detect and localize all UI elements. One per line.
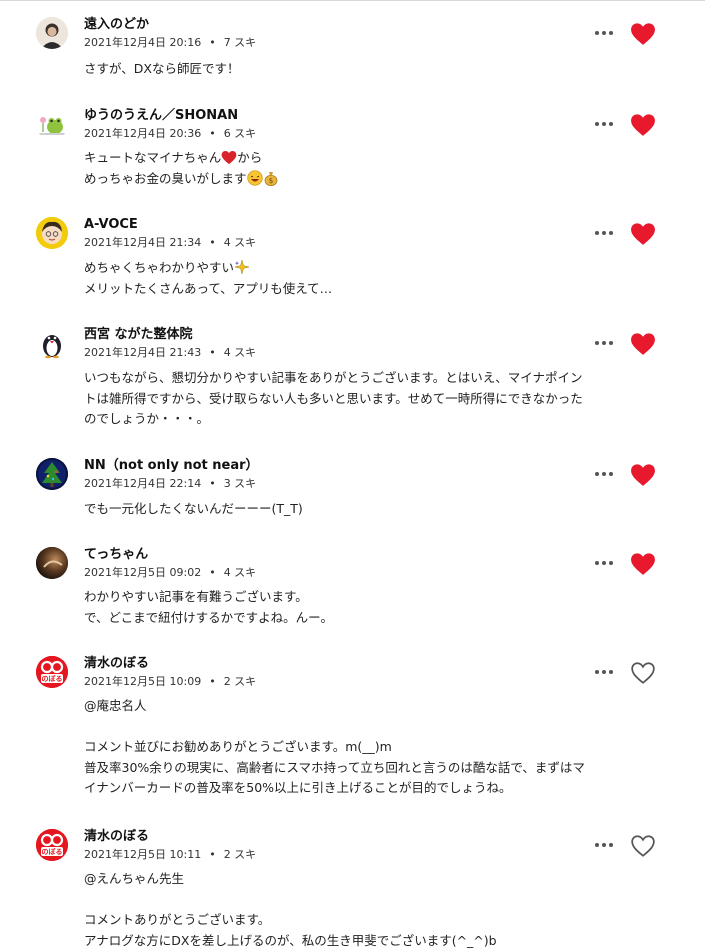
comment-text: @庵忠名人 [84, 696, 654, 717]
comment-text [84, 717, 654, 738]
like-count[interactable]: 2 スキ [224, 675, 257, 688]
comment-meta: 2021年12月4日 21:34•4 スキ [84, 236, 256, 250]
comment-text-part: キュートなマイナちゃん [84, 150, 221, 165]
comment-author[interactable]: ゆうのうえん／SHONAN [84, 108, 238, 124]
comment-body: キュートなマイナちゃん から めっちゃお金の臭いがします $ [84, 148, 654, 189]
comment-meta: 2021年12月4日 20:36•6 スキ [84, 127, 256, 141]
comment-text: メリットたくさんあって、アプリも使えて… [84, 279, 654, 300]
comment-meta: 2021年12月5日 10:11•2 スキ [84, 848, 256, 862]
comment-body: わかりやすい記事を有難うございます。 で、どこまで紐付けするかですよね。んー。 [84, 587, 654, 628]
comment-text-part: めっちゃお金の臭いがします [84, 171, 247, 186]
comment-meta: 2021年12月5日 09:02•4 スキ [84, 566, 256, 580]
cartoon-face-avatar[interactable] [36, 217, 68, 249]
comment-date[interactable]: 2021年12月4日 22:14 [84, 477, 201, 490]
comment-date[interactable]: 2021年12月5日 10:11 [84, 848, 201, 861]
like-count[interactable]: 7 スキ [224, 36, 257, 49]
comment-author[interactable]: A-VOCE [84, 217, 138, 233]
heart-outline-icon[interactable] [630, 834, 656, 858]
comment-text: 普及率30%余りの現実に、高齢者にスマホ持って立ち回れと言うのは酷な話で、まずは… [84, 758, 654, 779]
comment-date[interactable]: 2021年12月4日 21:43 [84, 346, 201, 359]
comment-meta: 2021年12月5日 10:09•2 スキ [84, 675, 256, 689]
more-options-button[interactable] [590, 663, 618, 681]
comment-meta: 2021年12月4日 21:43•4 スキ [84, 346, 256, 360]
top-divider [0, 0, 705, 1]
tree-avatar[interactable] [36, 458, 68, 490]
heart-icon[interactable] [630, 463, 656, 487]
comment-date[interactable]: 2021年12月5日 10:09 [84, 675, 201, 688]
comment-meta: 2021年12月4日 22:14•3 スキ [84, 477, 256, 491]
laughing-face-emoji-icon [247, 170, 263, 186]
more-options-button[interactable] [590, 334, 618, 352]
heart-icon[interactable] [630, 332, 656, 356]
comment-text-part: めちゃくちゃわかりやすい [84, 260, 234, 275]
comment-text: でも一元化したくないんだーーー(T_T) [84, 499, 654, 520]
comment-text: わかりやすい記事を有難うございます。 [84, 587, 654, 608]
heart-outline-icon[interactable] [630, 661, 656, 685]
noboru-logo-avatar[interactable]: のぼる [36, 829, 68, 861]
more-options-button[interactable] [590, 554, 618, 572]
comment-text: コメント並びにお勧めありがとうございます。m(__)m [84, 737, 654, 758]
heart-icon[interactable] [630, 113, 656, 137]
heart-icon[interactable] [630, 22, 656, 46]
frog-avatar[interactable] [36, 108, 68, 140]
comment-text: いつもながら、懇切分かりやすい記事をありがとうございます。とはいえ、マイナポイン [84, 368, 654, 389]
comment-author[interactable]: 遠入のどか [84, 17, 149, 33]
noboru-logo-text: のぼる [36, 675, 68, 683]
money-bag-emoji-icon: $ [263, 170, 279, 186]
comment-body: さすが、DXなら師匠です！ [84, 59, 654, 80]
svg-text:$: $ [268, 177, 272, 185]
comment-date[interactable]: 2021年12月4日 21:34 [84, 236, 201, 249]
heart-icon[interactable] [630, 552, 656, 576]
comment-body: @庵忠名人 コメント並びにお勧めありがとうございます。m(__)m 普及率30%… [84, 696, 654, 799]
like-count[interactable]: 4 スキ [224, 346, 257, 359]
noboru-logo-text: のぼる [36, 848, 68, 856]
more-options-button[interactable] [590, 224, 618, 242]
comment-author[interactable]: 清水のぼる [84, 656, 149, 672]
noboru-logo-avatar[interactable]: のぼる [36, 656, 68, 688]
comment-text-part: から [237, 150, 262, 165]
comment-text: トは雑所得ですから、受け取らない人も多いと思います。せめて一時所得にできなかった [84, 389, 654, 410]
comment-author[interactable]: NN（not only not near） [84, 458, 259, 474]
heart-icon[interactable] [630, 222, 656, 246]
comment-text: めっちゃお金の臭いがします $ [84, 169, 654, 190]
comment-text: めちゃくちゃわかりやすい [84, 258, 654, 279]
comment-date[interactable]: 2021年12月4日 20:36 [84, 127, 201, 140]
like-count[interactable]: 4 スキ [224, 236, 257, 249]
comment-body: めちゃくちゃわかりやすい メリットたくさんあって、アプリも使えて… [84, 258, 654, 299]
more-options-button[interactable] [590, 836, 618, 854]
comment-text [84, 890, 654, 911]
comment-text: @えんちゃん先生 [84, 869, 654, 890]
more-options-button[interactable] [590, 465, 618, 483]
comment-text: で、どこまで紐付けするかですよね。んー。 [84, 608, 654, 629]
comment-meta: 2021年12月4日 20:16•7 スキ [84, 36, 256, 50]
like-count[interactable]: 3 スキ [224, 477, 257, 490]
red-heart-emoji-icon [221, 150, 237, 165]
like-count[interactable]: 2 スキ [224, 848, 257, 861]
comment-text: キュートなマイナちゃん から [84, 148, 654, 169]
more-options-button[interactable] [590, 24, 618, 42]
dark-photo-avatar[interactable] [36, 547, 68, 579]
comment-text: さすが、DXなら師匠です！ [84, 59, 654, 80]
comment-body: いつもながら、懇切分かりやすい記事をありがとうございます。とはいえ、マイナポイン… [84, 368, 654, 430]
comment-body: @えんちゃん先生 コメントありがとうございます。 アナログな方にDXを差し上げる… [84, 869, 654, 951]
like-count[interactable]: 4 スキ [224, 566, 257, 579]
sparkle-emoji-icon [234, 259, 250, 275]
comment-text: コメントありがとうございます。 [84, 910, 654, 931]
comment-author[interactable]: 清水のぼる [84, 829, 149, 845]
comment-body: でも一元化したくないんだーーー(T_T) [84, 499, 654, 520]
comment-text: のでしょうか・・・。 [84, 409, 654, 430]
portrait-avatar[interactable] [36, 17, 68, 49]
more-options-button[interactable] [590, 115, 618, 133]
comment-author[interactable]: 西宮 ながた整体院 [84, 327, 193, 343]
comment-author[interactable]: てっちゃん [84, 547, 148, 563]
penguin-avatar[interactable] [36, 327, 68, 359]
like-count[interactable]: 6 スキ [224, 127, 257, 140]
comment-date[interactable]: 2021年12月4日 20:16 [84, 36, 201, 49]
comment-text: イナンバーカードの普及率を50%以上に引き上げることが目的でしょうね。 [84, 778, 654, 799]
comment-date[interactable]: 2021年12月5日 09:02 [84, 566, 201, 579]
